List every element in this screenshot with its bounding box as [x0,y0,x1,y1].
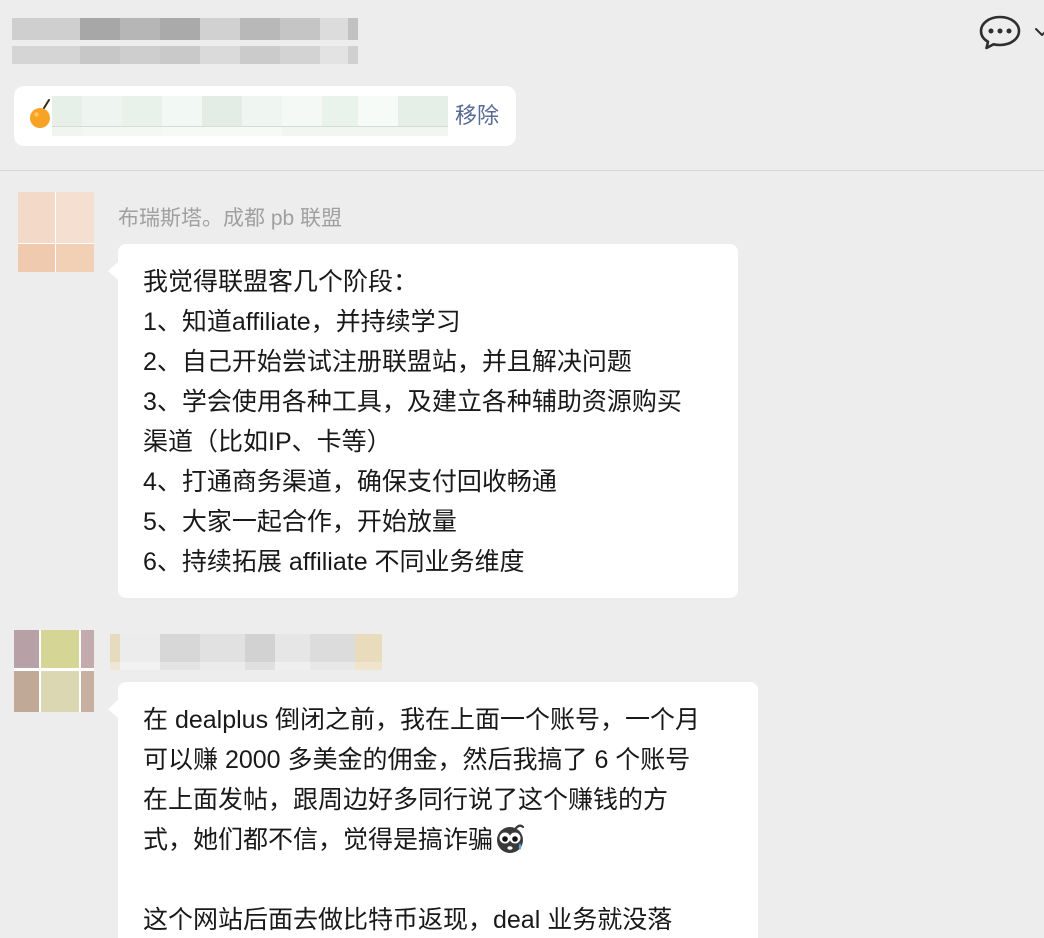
message-line: 4、打通商务渠道，确保支付回收畅通 [143,468,557,496]
message-line: 2、自己开始尝试注册联盟站，并且解决问题 [143,348,632,376]
scared-face-emoji-icon [497,824,525,853]
message-bubble[interactable]: 我觉得联盟客几个阶段： 1、知道affiliate，并持续学习 2、自己开始尝试… [108,244,738,598]
avatar[interactable] [18,192,94,272]
message-bubble[interactable]: 在 dealplus 倒闭之前，我在上面一个账号，一个月 可以赚 2000 多美… [108,682,758,938]
chat-header: 移除 [0,0,1044,170]
remove-button[interactable]: 移除 [455,102,499,130]
redacted-sender-name [110,634,382,670]
message-line: 3、学会使用各种工具，及建立各种辅助资源购买 [143,388,682,416]
message-line: 渠道（比如IP、卡等） [143,428,392,456]
redacted-chat-subtitle [12,46,358,64]
message-line: 我觉得联盟客几个阶段： [143,268,419,296]
message-line: 在 dealplus 倒闭之前，我在上面一个账号，一个月 [143,706,701,734]
message-line: 可以赚 2000 多美金的佣金，然后我搞了 6 个账号 [143,746,691,774]
message-line: 式，她们都不信，觉得是搞诈骗 [143,820,733,860]
sender-name: 布瑞斯塔。成都 pb 联盟 [118,207,343,230]
chat-bubble-dots-icon[interactable] [978,14,1022,52]
redacted-notice-text [52,96,448,136]
message-line: 6、持续拓展 affiliate 不同业务维度 [143,548,525,576]
message-line: 在上面发帖，跟周边好多同行说了这个赚钱的方 [143,786,669,814]
chevron-down-icon[interactable] [1034,24,1044,40]
message-line-text: 式，她们都不信，觉得是搞诈骗 [143,826,494,854]
message-text: 在 dealplus 倒闭之前，我在上面一个账号，一个月 可以赚 2000 多美… [118,682,758,938]
pinned-notice-card: 移除 [14,86,516,146]
message-text: 我觉得联盟客几个阶段： 1、知道affiliate，并持续学习 2、自己开始尝试… [118,244,738,598]
message-line: 5、大家一起合作，开始放量 [143,508,457,536]
orange-icon [30,99,50,128]
header-divider [0,170,1044,171]
redacted-chat-title [12,18,358,40]
message-line: 1、知道affiliate，并持续学习 [143,308,461,336]
avatar[interactable] [14,630,94,712]
message-line [143,860,733,900]
message-line: 这个网站后面去做比特币返现，deal 业务就没落 [143,906,673,934]
